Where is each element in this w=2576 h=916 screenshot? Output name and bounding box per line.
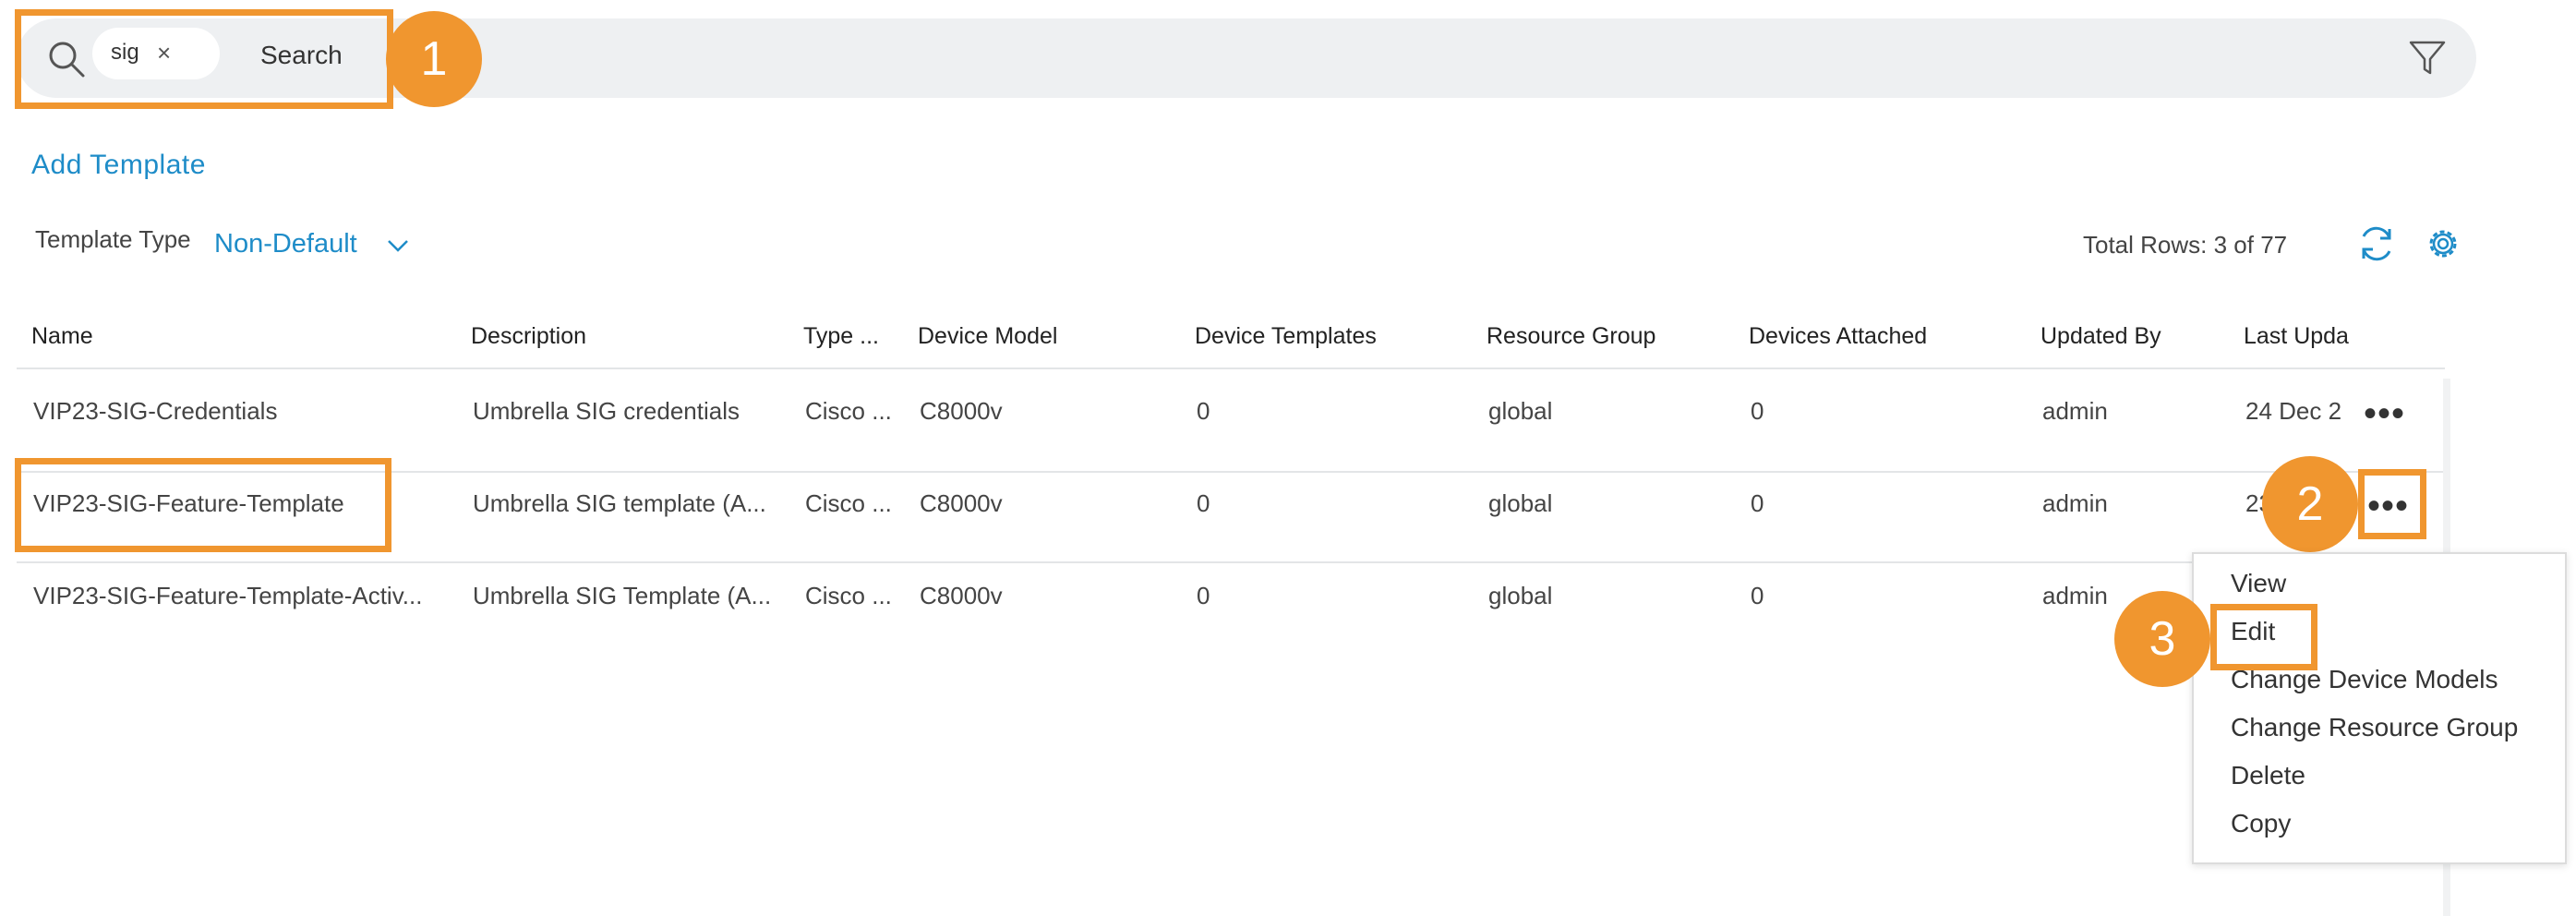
row-name-highlight	[15, 458, 391, 552]
column-header-resource-group[interactable]: Resource Group	[1487, 323, 1655, 350]
template-type-label: Template Type	[35, 225, 191, 253]
cell-type: Cisco ...	[805, 582, 892, 609]
cell-name: VIP23-SIG-Feature-Template-Activ...	[33, 582, 423, 609]
column-header-last-updated[interactable]: Last Upda	[2244, 323, 2349, 350]
cell-resource-group: global	[1488, 582, 1553, 609]
cell-devices-attached: 0	[1751, 582, 1764, 609]
menu-item-copy[interactable]: Copy	[2231, 809, 2291, 838]
row-actions-menu-icon[interactable]: •••	[2364, 395, 2405, 432]
filter-icon[interactable]	[2408, 39, 2447, 78]
refresh-icon[interactable]	[2356, 223, 2397, 264]
cell-updated-by: admin	[2042, 582, 2108, 609]
template-type-dropdown[interactable]: Non-Default	[214, 229, 357, 259]
cell-description: Umbrella SIG Template (A...	[473, 582, 772, 609]
menu-item-view[interactable]: View	[2231, 569, 2286, 598]
search-highlight	[15, 9, 393, 109]
cell-device-model: C8000v	[920, 582, 1003, 609]
cell-devices-attached: 0	[1751, 397, 1764, 425]
cell-type: Cisco ...	[805, 397, 892, 425]
cell-updated-by: admin	[2042, 489, 2108, 517]
column-header-description[interactable]: Description	[471, 323, 586, 350]
cell-description: Umbrella SIG template (A...	[473, 489, 766, 517]
cell-device-model: C8000v	[920, 397, 1003, 425]
cell-resource-group: global	[1488, 489, 1553, 517]
cell-device-templates: 0	[1197, 489, 1210, 517]
edit-highlight	[2210, 604, 2317, 670]
column-header-updated-by[interactable]: Updated By	[2040, 323, 2161, 350]
callout-1: 1	[386, 11, 482, 107]
callout-2: 2	[2262, 456, 2358, 552]
cell-resource-group: global	[1488, 397, 1553, 425]
chevron-down-icon[interactable]	[386, 236, 410, 255]
cell-last-updated: 24 Dec 2	[2245, 397, 2342, 425]
cell-device-templates: 0	[1197, 397, 1210, 425]
cell-device-model: C8000v	[920, 489, 1003, 517]
cell-name: VIP23-SIG-Credentials	[33, 397, 278, 425]
column-header-devices-attached[interactable]: Devices Attached	[1749, 323, 1927, 350]
callout-3: 3	[2114, 591, 2210, 687]
cell-description: Umbrella SIG credentials	[473, 397, 740, 425]
column-header-device-templates[interactable]: Device Templates	[1195, 323, 1377, 350]
column-header-name[interactable]: Name	[31, 323, 93, 350]
menu-item-delete[interactable]: Delete	[2231, 761, 2305, 790]
total-rows-count: Total Rows: 3 of 77	[2083, 231, 2288, 259]
row-actions-menu-icon[interactable]: •••	[2367, 488, 2409, 524]
column-header-type[interactable]: Type ...	[803, 323, 879, 350]
cell-updated-by: admin	[2042, 397, 2108, 425]
cell-type: Cisco ...	[805, 489, 892, 517]
menu-item-change-resource-group[interactable]: Change Resource Group	[2231, 713, 2518, 742]
cell-devices-attached: 0	[1751, 489, 1764, 517]
cell-device-templates: 0	[1197, 582, 1210, 609]
column-header-device-model[interactable]: Device Model	[918, 323, 1057, 350]
gear-icon[interactable]	[2423, 223, 2463, 264]
add-template-link[interactable]: Add Template	[31, 150, 206, 181]
